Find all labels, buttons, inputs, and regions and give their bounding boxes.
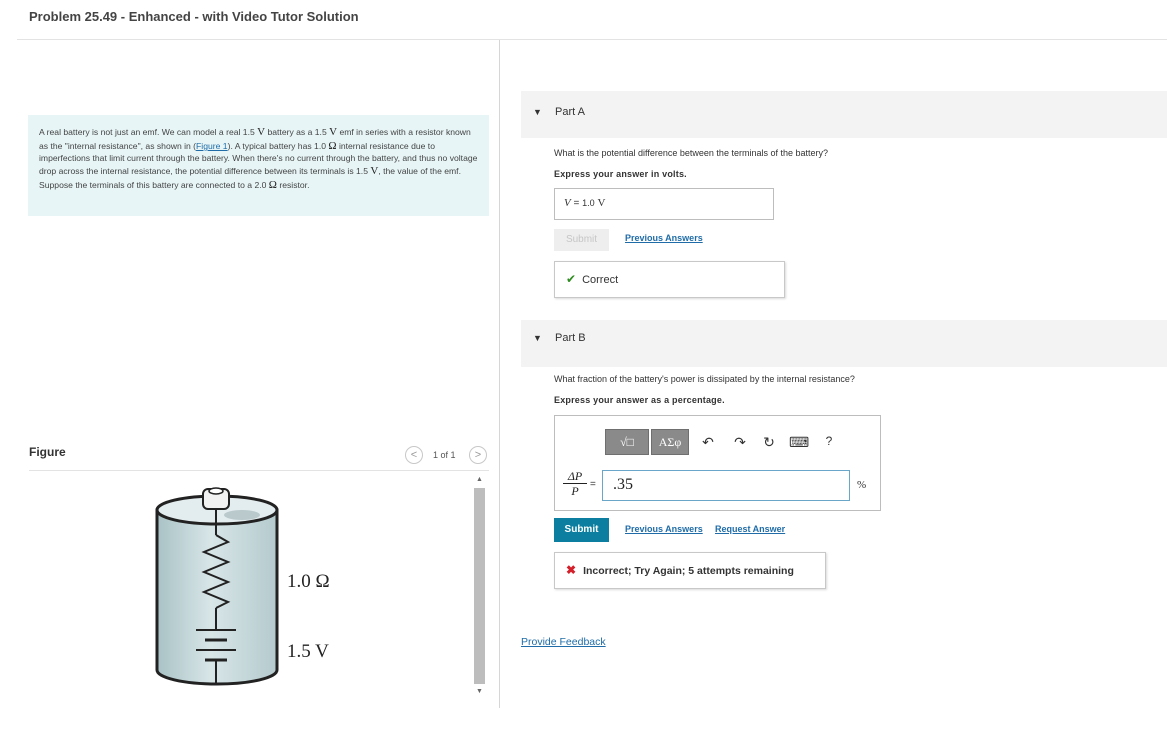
part-a-instructions: Express your answer in volts.	[554, 169, 687, 179]
volt-symbol: V	[329, 126, 338, 138]
column-divider	[499, 40, 500, 708]
resistance-label: 1.0 Ω	[287, 571, 330, 592]
fraction-numerator: ΔP	[563, 469, 587, 484]
figure-prev-button[interactable]: <	[405, 446, 423, 464]
figure-label: Figure	[29, 445, 66, 459]
equals-sign: =	[590, 479, 596, 490]
figure-count: 1 of 1	[433, 450, 456, 460]
part-b-feedback-text: Incorrect; Try Again; 5 attempts remaini…	[583, 565, 794, 577]
redo-icon[interactable]: ↷	[732, 434, 748, 451]
part-b-feedback: ✖ Incorrect; Try Again; 5 attempts remain…	[554, 552, 826, 589]
part-a-answer: V = 1.0 V	[554, 188, 774, 220]
fraction-denominator: P	[571, 484, 579, 498]
collapse-caret-icon[interactable]: ▼	[533, 107, 542, 117]
templates-button[interactable]: √□	[605, 429, 649, 455]
answer-unit: %	[857, 479, 867, 491]
answer-variable: V	[564, 197, 571, 209]
part-b-question: What fraction of the battery's power is …	[554, 374, 855, 384]
cross-icon: ✖	[566, 563, 577, 577]
request-answer-link[interactable]: Request Answer	[715, 524, 785, 534]
problem-text: A real battery is not just an emf. We ca…	[39, 127, 258, 137]
answer-value: 1.0	[582, 198, 595, 208]
check-icon: ✔	[566, 272, 577, 286]
part-b-previous-answers-link[interactable]: Previous Answers	[625, 524, 703, 534]
figure-next-button[interactable]: >	[469, 446, 487, 464]
scroll-down-icon[interactable]: ▼	[474, 688, 485, 695]
part-b-title: Part B	[555, 332, 586, 344]
figure-link[interactable]: Figure 1	[196, 141, 228, 151]
help-icon[interactable]: ?	[821, 434, 837, 448]
answer-input[interactable]: .35	[602, 470, 850, 501]
scroll-up-icon[interactable]: ▲	[474, 476, 485, 483]
fraction-label: ΔP P	[563, 469, 587, 498]
emf-label: 1.5 V	[287, 641, 329, 662]
answer-unit: V	[597, 197, 606, 209]
figure-scrollbar[interactable]	[474, 488, 485, 684]
part-b-instructions: Express your answer as a percentage.	[554, 395, 725, 405]
problem-text: resistor.	[276, 180, 310, 191]
part-a-title: Part A	[555, 106, 585, 118]
part-a-previous-answers-link[interactable]: Previous Answers	[625, 233, 703, 243]
symbols-button[interactable]: ΑΣφ	[651, 429, 689, 455]
title-divider	[17, 39, 1167, 40]
part-a-header[interactable]	[521, 91, 1167, 138]
volt-symbol: V	[257, 126, 266, 138]
part-b-header[interactable]	[521, 320, 1167, 367]
collapse-caret-icon[interactable]: ▼	[533, 333, 542, 343]
problem-text: battery as a 1.5	[265, 127, 330, 137]
problem-text: ). A typical battery has 1.0	[227, 141, 329, 152]
part-a-question: What is the potential difference between…	[554, 148, 828, 158]
part-a-submit-button[interactable]: Submit	[554, 229, 609, 251]
answer-equals: =	[573, 198, 580, 209]
figure-divider	[29, 470, 489, 471]
part-a-feedback: ✔ Correct	[554, 261, 785, 298]
problem-statement: A real battery is not just an emf. We ca…	[28, 115, 489, 216]
battery-figure: 1.0 Ω 1.5 V	[155, 487, 330, 686]
ohm-symbol: Ω	[268, 179, 277, 192]
provide-feedback-link[interactable]: Provide Feedback	[521, 636, 606, 648]
keyboard-icon[interactable]: ⌨	[789, 434, 809, 451]
part-a-feedback-text: Correct	[582, 274, 619, 286]
reset-icon[interactable]: ↻	[761, 434, 777, 451]
page-title: Problem 25.49 - Enhanced - with Video Tu…	[29, 9, 359, 24]
ohm-symbol: Ω	[328, 140, 337, 153]
undo-icon[interactable]: ↶	[700, 434, 716, 451]
part-b-submit-button[interactable]: Submit	[554, 518, 609, 542]
